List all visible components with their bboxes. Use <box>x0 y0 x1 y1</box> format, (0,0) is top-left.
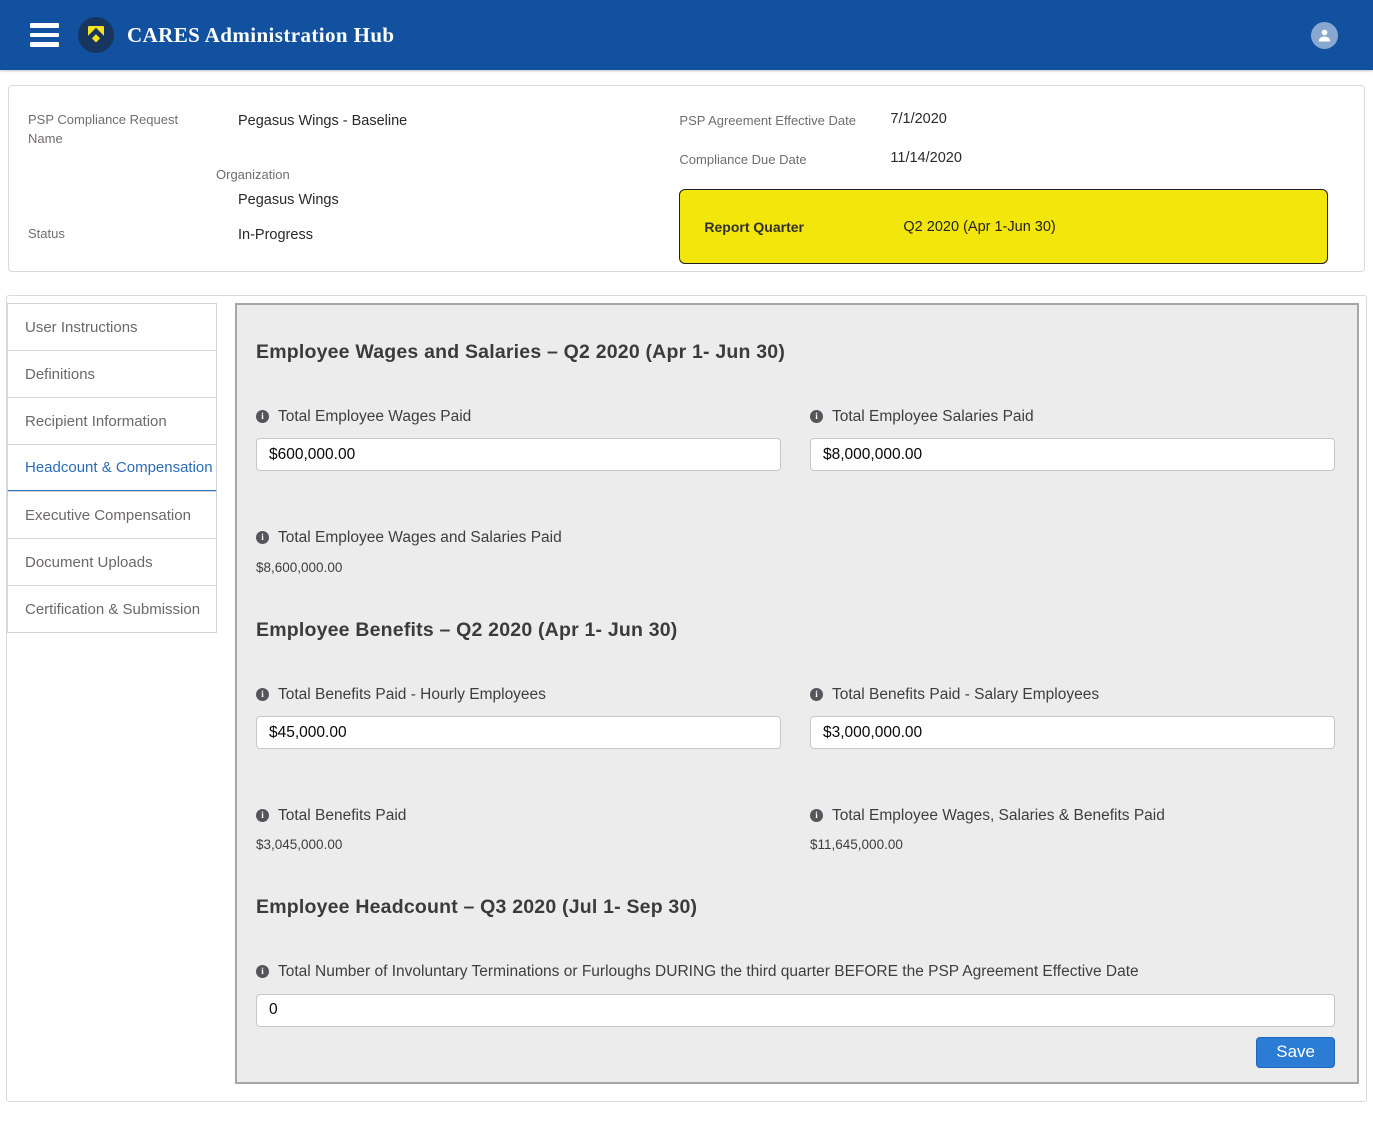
user-avatar-icon[interactable] <box>1311 22 1338 49</box>
wages-salaries-total-label: Total Employee Wages and Salaries Paid <box>278 525 562 551</box>
app-title: CARES Administration Hub <box>127 23 395 48</box>
involuntary-terminations-field: i Total Number of Involuntary Terminatio… <box>256 959 1335 1026</box>
benefits-total-value: $3,045,000.00 <box>256 837 781 852</box>
status-value: In-Progress <box>238 225 313 245</box>
benefits-salary-field: i Total Benefits Paid - Salary Employees <box>810 682 1335 749</box>
benefits-total-label: Total Benefits Paid <box>278 803 406 829</box>
section-nav: User Instructions Definitions Recipient … <box>7 304 217 1084</box>
organization-label: Organization <box>216 166 679 185</box>
request-name-value: Pegasus Wings - Baseline <box>238 111 407 149</box>
hamburger-menu-icon[interactable] <box>30 23 59 47</box>
organization-value: Pegasus Wings <box>238 190 679 210</box>
cares-logo-icon <box>78 17 114 53</box>
content-wrap: User Instructions Definitions Recipient … <box>6 295 1367 1102</box>
sidebar-item-document-uploads[interactable]: Document Uploads <box>7 538 217 586</box>
info-icon[interactable]: i <box>256 531 269 544</box>
involuntary-terminations-input[interactable] <box>256 994 1335 1027</box>
info-icon[interactable]: i <box>256 809 269 822</box>
wages-paid-input[interactable] <box>256 438 781 471</box>
grand-total-label: Total Employee Wages, Salaries & Benefit… <box>832 803 1165 829</box>
salaries-paid-label: Total Employee Salaries Paid <box>832 404 1034 430</box>
status-label: Status <box>28 225 238 245</box>
benefits-salary-label: Total Benefits Paid - Salary Employees <box>832 682 1099 708</box>
salaries-paid-input[interactable] <box>810 438 1335 471</box>
wages-paid-label: Total Employee Wages Paid <box>278 404 471 430</box>
app-header: CARES Administration Hub <box>0 0 1373 70</box>
sidebar-item-user-instructions[interactable]: User Instructions <box>7 303 217 351</box>
info-icon[interactable]: i <box>256 688 269 701</box>
headcount-compensation-form: Employee Wages and Salaries – Q2 2020 (A… <box>235 303 1359 1084</box>
sidebar-item-certification-submission[interactable]: Certification & Submission <box>7 585 217 633</box>
grand-total-value: $11,645,000.00 <box>810 837 1335 852</box>
info-icon[interactable]: i <box>256 965 269 978</box>
salaries-paid-field: i Total Employee Salaries Paid <box>810 404 1335 471</box>
due-date-label: Compliance Due Date <box>679 150 890 167</box>
save-button[interactable]: Save <box>1256 1037 1335 1068</box>
info-icon[interactable]: i <box>810 410 823 423</box>
sidebar-item-recipient-information[interactable]: Recipient Information <box>7 397 217 445</box>
wages-salaries-total-field: i Total Employee Wages and Salaries Paid… <box>256 525 1335 574</box>
compliance-summary-card: PSP Compliance Request Name Pegasus Wing… <box>8 85 1365 272</box>
benefits-hourly-field: i Total Benefits Paid - Hourly Employees <box>256 682 781 749</box>
info-icon[interactable]: i <box>810 688 823 701</box>
due-date-value: 11/14/2020 <box>890 150 962 167</box>
report-quarter-label: Report Quarter <box>704 219 903 235</box>
effective-date-value: 7/1/2020 <box>890 111 946 128</box>
benefits-hourly-input[interactable] <box>256 716 781 749</box>
wages-paid-field: i Total Employee Wages Paid <box>256 404 781 471</box>
info-icon[interactable]: i <box>810 809 823 822</box>
summary-right-column: PSP Agreement Effective Date 7/1/2020 Co… <box>679 111 1344 253</box>
grand-total-field: i Total Employee Wages, Salaries & Benef… <box>810 803 1335 852</box>
report-quarter-value: Q2 2020 (Apr 1-Jun 30) <box>903 219 1055 235</box>
headcount-section-title: Employee Headcount – Q3 2020 (Jul 1- Sep… <box>256 896 1335 919</box>
benefits-hourly-label: Total Benefits Paid - Hourly Employees <box>278 682 546 708</box>
sidebar-item-headcount-compensation[interactable]: Headcount & Compensation <box>7 444 217 492</box>
info-icon[interactable]: i <box>256 410 269 423</box>
benefits-section-title: Employee Benefits – Q2 2020 (Apr 1- Jun … <box>256 619 1335 642</box>
benefits-total-field: i Total Benefits Paid $3,045,000.00 <box>256 803 781 852</box>
wages-salaries-total-value: $8,600,000.00 <box>256 560 1335 575</box>
effective-date-label: PSP Agreement Effective Date <box>679 111 890 128</box>
wages-section-title: Employee Wages and Salaries – Q2 2020 (A… <box>256 341 1335 364</box>
sidebar-item-executive-compensation[interactable]: Executive Compensation <box>7 491 217 539</box>
report-quarter-highlight: Report Quarter Q2 2020 (Apr 1-Jun 30) <box>679 189 1328 264</box>
summary-left-column: PSP Compliance Request Name Pegasus Wing… <box>28 111 679 253</box>
sidebar-item-definitions[interactable]: Definitions <box>7 350 217 398</box>
involuntary-terminations-label: Total Number of Involuntary Terminations… <box>278 959 1139 985</box>
benefits-salary-input[interactable] <box>810 716 1335 749</box>
request-name-label: PSP Compliance Request Name <box>28 111 238 149</box>
